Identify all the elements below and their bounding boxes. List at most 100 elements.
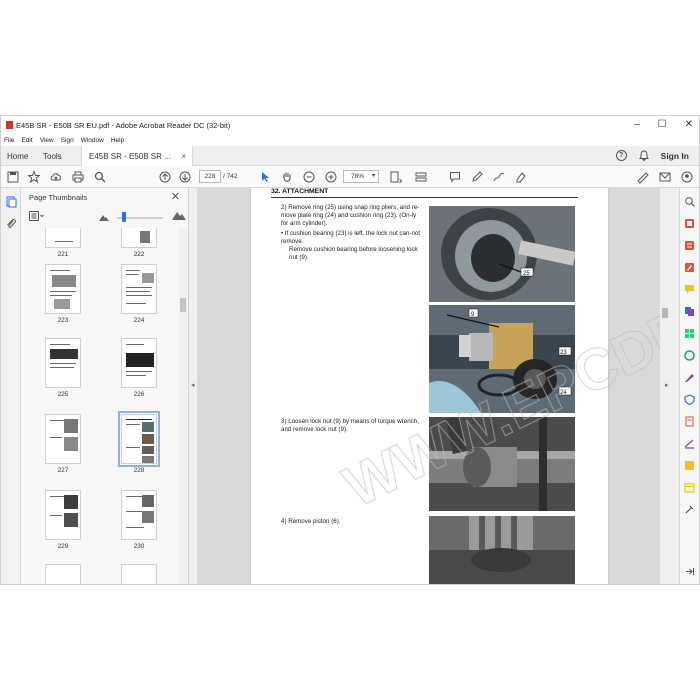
sign-in-button[interactable]: Sign In	[661, 151, 689, 161]
mail-icon[interactable]	[659, 170, 671, 184]
photo-snap-ring-removal: 25	[429, 206, 575, 302]
fit-page-icon[interactable]	[389, 170, 403, 184]
previous-page-icon[interactable]	[159, 170, 171, 184]
small-thumbnails-icon[interactable]	[99, 213, 109, 221]
thumbnail-page[interactable]	[45, 490, 81, 540]
bell-icon[interactable]	[638, 150, 649, 161]
attachment-icon[interactable]	[5, 218, 17, 230]
zoom-out-icon[interactable]	[303, 170, 315, 184]
thumbnail-page[interactable]	[45, 414, 81, 464]
page-number-input[interactable]: 228	[199, 170, 221, 183]
right-tools-rail	[679, 188, 699, 584]
menu-file[interactable]: File	[4, 137, 14, 144]
comment-icon[interactable]	[449, 170, 461, 184]
select-cursor-icon[interactable]	[259, 170, 271, 184]
create-pdf-icon[interactable]	[684, 240, 695, 251]
menu-help[interactable]: Help	[111, 137, 124, 144]
thumbnail-label: 223	[57, 317, 69, 324]
edit-pdf-icon[interactable]	[684, 262, 695, 273]
acrobat-window: E45B SR - E50B SR EU.pdf - Adobe Acrobat…	[0, 115, 700, 585]
thumbnail-page-selected[interactable]	[118, 411, 160, 467]
account-icon[interactable]	[681, 170, 693, 184]
tab-document[interactable]: E45B SR - E50B SR ... ×	[81, 146, 193, 166]
collapse-right-panel-icon[interactable]: ▸	[665, 381, 669, 389]
export-pdf-icon[interactable]	[684, 218, 695, 229]
calendar-icon[interactable]	[684, 482, 695, 493]
thumbnail-page[interactable]	[121, 564, 157, 584]
thumbnail-page[interactable]	[121, 338, 157, 388]
next-page-icon[interactable]	[179, 170, 191, 184]
zoom-level-select[interactable]: 78% ▾	[343, 170, 379, 183]
close-panel-button[interactable]: ✕	[171, 190, 180, 203]
menu-window[interactable]: Window	[81, 137, 104, 144]
thumbnail-label: 229	[57, 543, 69, 550]
star-icon[interactable]	[28, 170, 40, 184]
large-thumbnails-icon[interactable]	[172, 210, 186, 220]
tab-tools[interactable]: Tools	[43, 146, 62, 166]
thumbnail-page[interactable]	[121, 490, 157, 540]
section-rule	[271, 197, 578, 198]
pdf-page: 32. ATTACHMENT 2) Remove ring (25) using…	[251, 188, 608, 584]
collapse-tools-pane-icon[interactable]	[684, 566, 695, 577]
search-icon[interactable]	[94, 170, 106, 184]
minimize-button[interactable]: –	[634, 119, 640, 130]
tab-close-button[interactable]: ×	[181, 152, 186, 161]
tab-home[interactable]: Home	[7, 146, 28, 166]
fill-sign-icon[interactable]	[515, 170, 527, 184]
print-icon[interactable]	[72, 170, 84, 184]
window-title: E45B SR - E50B SR EU.pdf - Adobe Acrobat…	[16, 121, 231, 130]
request-signature-icon[interactable]	[684, 438, 695, 449]
slider-handle[interactable]	[122, 212, 126, 222]
thumbnail-page[interactable]	[121, 264, 157, 314]
hand-tool-icon[interactable]	[281, 170, 293, 184]
thumbnail-page[interactable]	[45, 228, 81, 248]
comment-tool-icon[interactable]	[684, 284, 695, 295]
scroll-mode-icon[interactable]	[415, 170, 427, 184]
photo-remove-piston	[429, 516, 575, 584]
menu-sign[interactable]: Sign	[61, 137, 74, 144]
document-view: 32. ATTACHMENT 2) Remove ring (25) using…	[197, 188, 660, 584]
save-icon[interactable]	[7, 170, 19, 184]
thumbnail-page[interactable]	[45, 264, 81, 314]
organize-pages-icon[interactable]	[684, 328, 695, 339]
upload-cloud-icon[interactable]	[50, 170, 62, 184]
chevron-down-icon: ▾	[371, 173, 375, 179]
send-for-review-icon[interactable]	[684, 460, 695, 471]
callout-23: 23	[560, 350, 567, 356]
compress-pdf-icon[interactable]	[684, 350, 695, 361]
help-icon[interactable]: ?	[615, 150, 627, 161]
thumbnail-label: 222	[133, 251, 145, 258]
highlight-pen-icon[interactable]	[471, 170, 483, 184]
combine-files-icon[interactable]	[684, 306, 695, 317]
step-2-text: 2) Remove ring (25) using snap ring plie…	[281, 204, 420, 227]
title-bar: E45B SR - E50B SR EU.pdf - Adobe Acrobat…	[1, 116, 699, 134]
scrollbar-thumb[interactable]	[180, 298, 186, 312]
draw-icon[interactable]	[493, 170, 505, 184]
thumbnail-label: 221	[57, 251, 69, 258]
photo-loosen-lock-nut	[429, 417, 575, 511]
scrollbar-thumb[interactable]	[662, 308, 668, 318]
collapse-left-panel-icon[interactable]: ◂	[191, 381, 195, 389]
menu-view[interactable]: View	[40, 137, 54, 144]
maximize-button[interactable]: ☐	[658, 119, 667, 130]
thumbnail-page[interactable]	[45, 564, 81, 584]
close-window-button[interactable]: ✕	[685, 119, 693, 130]
thumbnail-label-selected: 228	[133, 467, 145, 474]
protect-icon[interactable]	[684, 394, 695, 405]
fill-and-sign-icon[interactable]	[684, 372, 695, 383]
menu-edit[interactable]: Edit	[21, 137, 32, 144]
menu-bar: File Edit View Sign Window Help	[1, 134, 699, 146]
thumbnails-panel-title: Page Thumbnails	[29, 193, 88, 202]
thumbnail-page[interactable]	[45, 338, 81, 388]
thumbnail-options-icon[interactable]	[29, 211, 45, 221]
thumbnails-icon[interactable]	[5, 196, 17, 208]
search-document-icon[interactable]	[684, 196, 695, 207]
sign-pen-icon[interactable]	[637, 170, 649, 184]
zoom-in-icon[interactable]	[325, 170, 337, 184]
tab-bar: Home Tools E45B SR - E50B SR ... × ? Sig…	[1, 146, 699, 166]
thumbnail-label: 226	[133, 391, 145, 398]
redact-icon[interactable]	[684, 416, 695, 427]
thumbnail-page[interactable]	[121, 228, 157, 248]
thumbnail-scrollbar[interactable]	[179, 228, 187, 584]
more-tools-icon[interactable]	[684, 504, 695, 515]
